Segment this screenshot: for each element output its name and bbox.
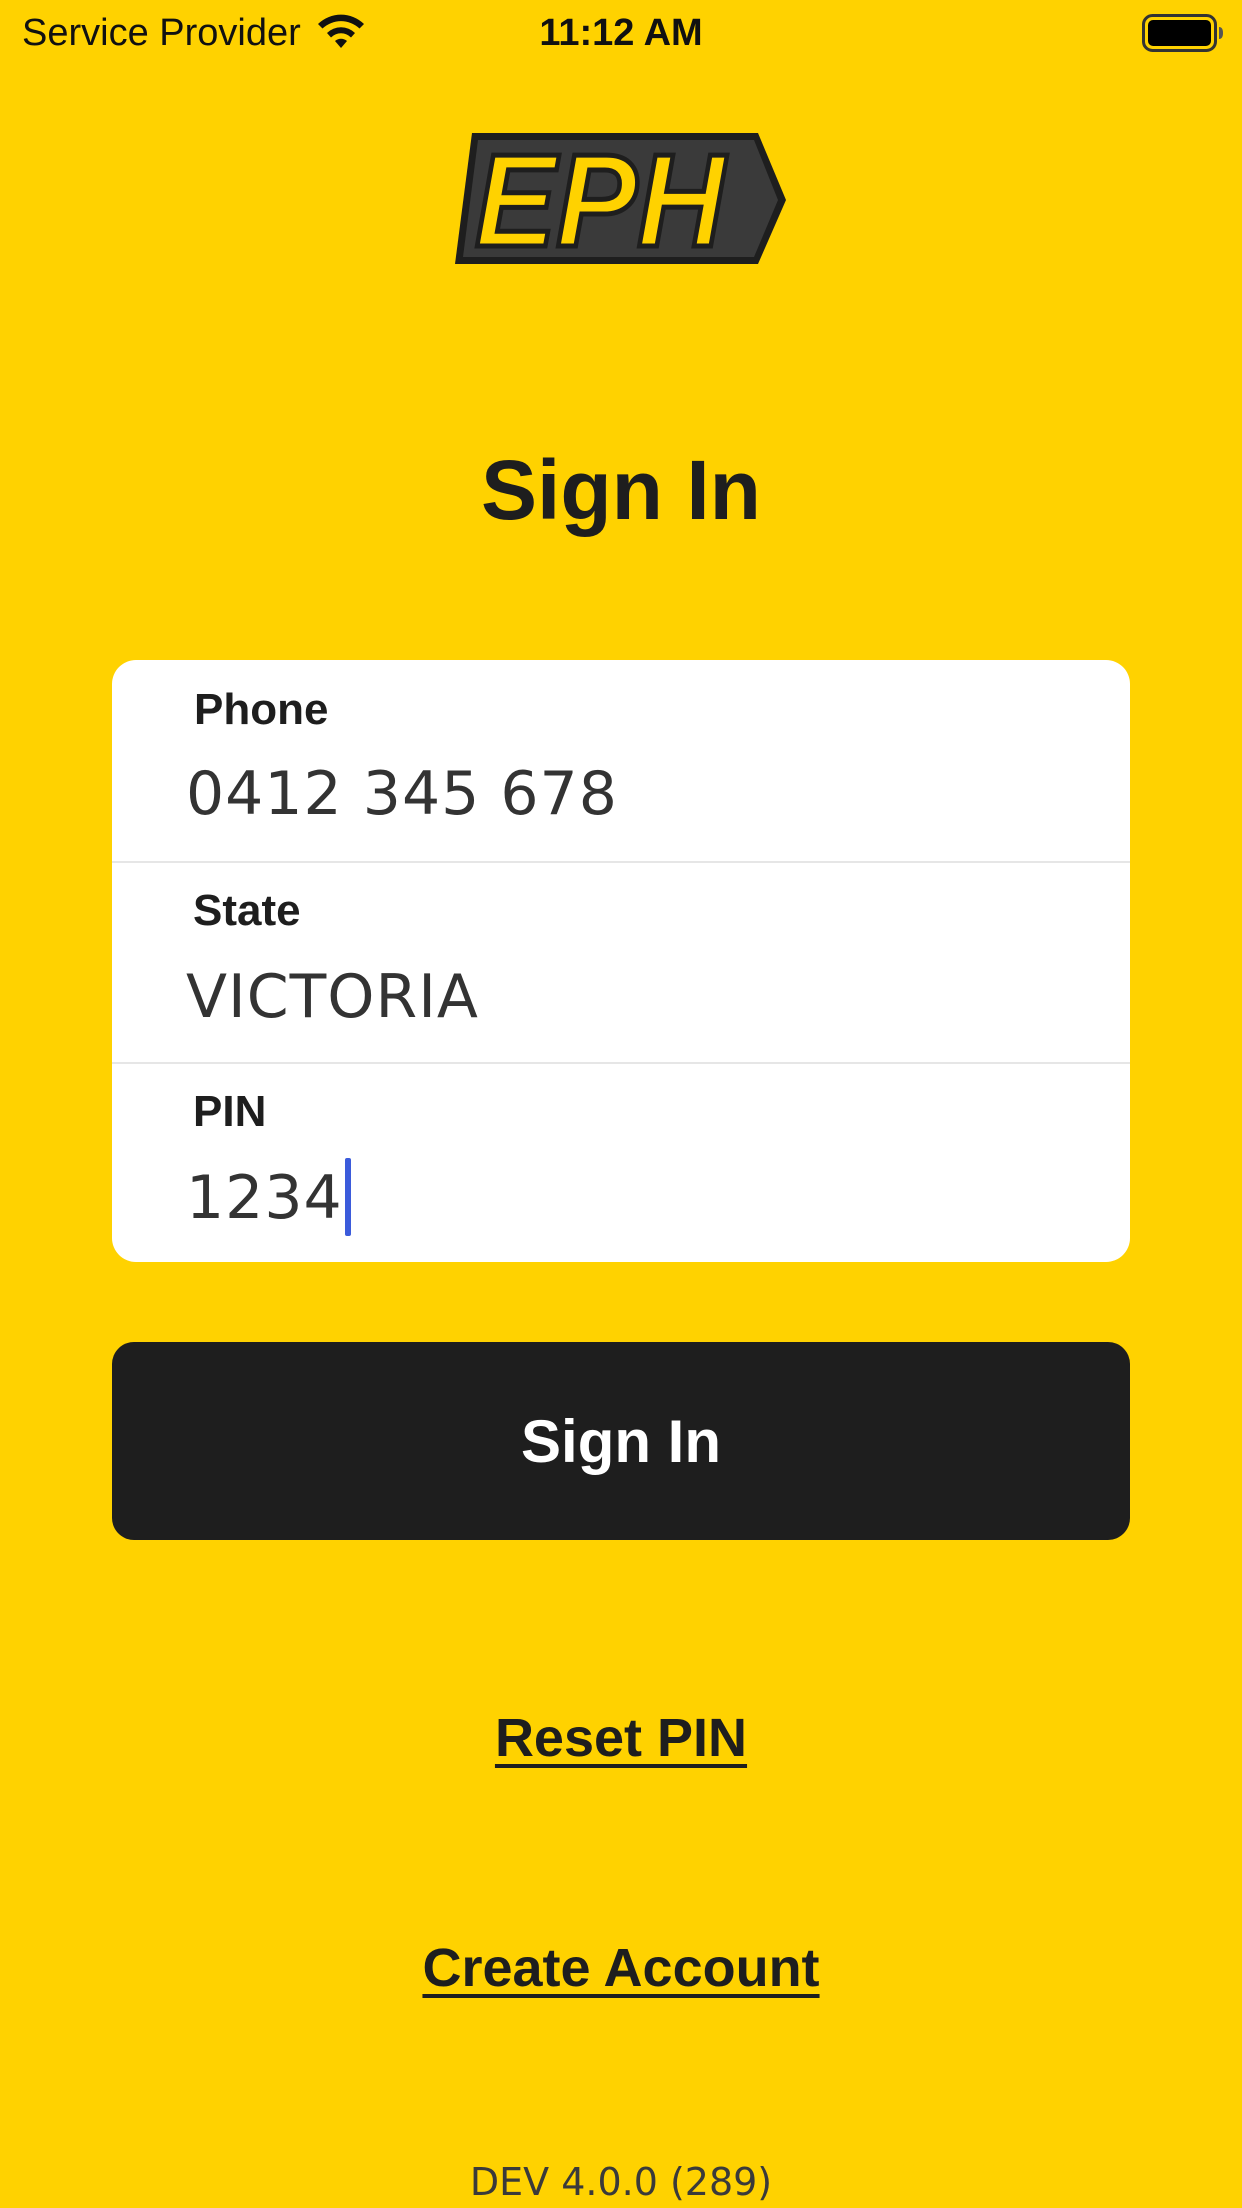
- pin-field[interactable]: PIN 1234: [112, 1062, 1130, 1262]
- pin-input-wrap[interactable]: 1234: [186, 1158, 351, 1240]
- eph-logo: EPH: [455, 128, 786, 268]
- reset-pin-link[interactable]: Reset PIN: [495, 1708, 747, 1768]
- status-time: 11:12 AM: [539, 12, 703, 54]
- state-label: State: [193, 886, 301, 935]
- page-title: Sign In: [481, 443, 761, 537]
- sign-in-form: Phone 0412 345 678 State VICTORIA PIN 12…: [112, 660, 1130, 1262]
- status-bar: Service Provider 11:12 AM: [0, 0, 1242, 66]
- phone-input[interactable]: 0412 345 678: [186, 758, 618, 830]
- state-input[interactable]: VICTORIA: [186, 961, 479, 1033]
- sign-in-button[interactable]: Sign In: [112, 1342, 1130, 1540]
- pin-input[interactable]: 1234: [186, 1163, 343, 1233]
- battery-icon: [1142, 14, 1223, 52]
- pin-label: PIN: [193, 1087, 267, 1136]
- phone-label: Phone: [194, 685, 329, 734]
- reset-pin-row: Reset PIN: [0, 1706, 1242, 1770]
- text-caret: [344, 1158, 351, 1237]
- create-account-row: Create Account: [0, 1936, 1242, 2000]
- logo-text: EPH: [475, 128, 727, 268]
- state-field[interactable]: State VICTORIA: [112, 861, 1130, 1064]
- version-label: DEV 4.0.0 (289): [469, 2160, 773, 2204]
- phone-field[interactable]: Phone 0412 345 678: [112, 660, 1130, 861]
- create-account-link[interactable]: Create Account: [422, 1938, 819, 1998]
